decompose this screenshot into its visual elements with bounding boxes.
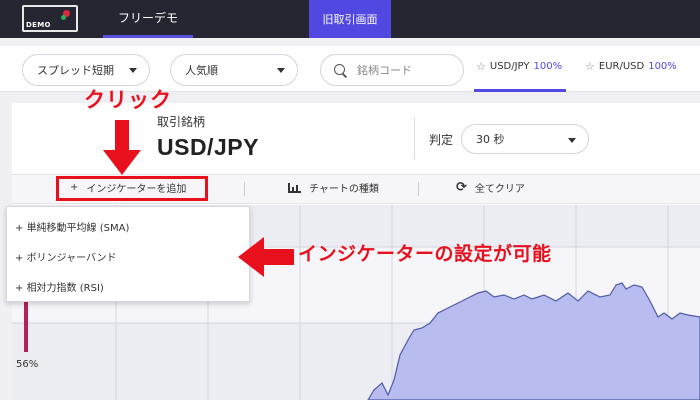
instrument-value: USD/JPY xyxy=(157,134,259,160)
sort-select[interactable]: 人気順 xyxy=(170,54,298,86)
symbol-search-input[interactable]: 銘柄コード xyxy=(320,54,464,86)
menu-item-label: ボリンジャーバンド xyxy=(26,253,117,264)
logo-text: DEMO xyxy=(26,21,51,29)
clear-all-label: 全てクリア xyxy=(474,184,525,195)
star-icon[interactable]: ☆ xyxy=(476,60,486,73)
top-bar: DEMO フリーデモ 旧取引画面 xyxy=(0,0,700,38)
judgement-select[interactable]: 30 秒 xyxy=(461,124,589,154)
tab-old-trading-screen[interactable]: 旧取引画面 xyxy=(309,0,391,38)
menu-item-label: 相対力指数 (RSI) xyxy=(26,283,104,294)
spread-select[interactable]: スプレッド短期 xyxy=(22,54,150,86)
bar-chart-icon xyxy=(288,182,301,193)
pair-name: USD/JPY xyxy=(489,61,530,72)
star-icon[interactable]: ☆ xyxy=(585,60,595,73)
spread-select-label: スプレッド短期 xyxy=(37,64,114,77)
toolbar-divider xyxy=(418,182,419,196)
menu-item-sma[interactable]: + 単純移動平均線 (SMA) xyxy=(15,219,129,234)
menu-item-rsi[interactable]: + 相対力指数 (RSI) xyxy=(15,279,104,294)
highlight-box xyxy=(56,176,208,201)
instrument-label: 取引銘柄 xyxy=(157,115,206,129)
search-placeholder: 銘柄コード xyxy=(357,64,412,77)
chevron-down-icon xyxy=(277,68,285,73)
judgement-value: 30 秒 xyxy=(476,133,505,146)
logo-green-dot xyxy=(61,15,66,20)
plus-icon: + xyxy=(15,253,27,264)
divider xyxy=(414,117,415,159)
refresh-icon: ⟳ xyxy=(456,180,467,195)
annotation-click: クリック xyxy=(84,88,172,112)
plus-icon: + xyxy=(15,283,27,294)
annotation-indicator-setting: インジケーターの設定が可能 xyxy=(298,243,552,265)
arrow-left-icon xyxy=(238,237,294,277)
percent-label: 56% xyxy=(16,359,39,370)
clear-all-button[interactable]: ⟳ 全てクリア xyxy=(456,180,525,195)
pair-tab-usdjpy[interactable]: ☆ USD/JPY 100% xyxy=(476,60,562,73)
tab-free-demo[interactable]: フリーデモ xyxy=(103,0,193,38)
pair-percent: 100% xyxy=(533,61,563,72)
menu-item-bollinger[interactable]: + ボリンジャーバンド xyxy=(15,249,116,264)
judgement-label: 判定 xyxy=(429,133,454,147)
chart-type-label: チャートの種類 xyxy=(309,184,379,195)
pair-percent: 100% xyxy=(648,61,677,72)
menu-item-label: 単純移動平均線 (SMA) xyxy=(26,223,130,234)
pair-tab-eurusd[interactable]: ☆ EUR/USD 100% xyxy=(585,60,677,73)
search-icon xyxy=(334,64,345,75)
active-pair-underline xyxy=(474,89,566,92)
chevron-down-icon xyxy=(129,68,137,73)
sort-select-label: 人気順 xyxy=(185,64,218,77)
chevron-down-icon xyxy=(568,138,576,143)
toolbar-divider xyxy=(244,182,245,196)
arrow-down-icon xyxy=(103,120,141,175)
pair-name: EUR/USD xyxy=(598,61,645,72)
plus-icon: + xyxy=(15,223,27,234)
indicator-menu: + 単純移動平均線 (SMA) + ボリンジャーバンド + 相対力指数 (RSI… xyxy=(6,206,250,302)
chart-type-button[interactable]: チャートの種類 xyxy=(288,180,379,195)
level-marker xyxy=(24,302,28,352)
demo-logo[interactable]: DEMO xyxy=(22,5,78,32)
